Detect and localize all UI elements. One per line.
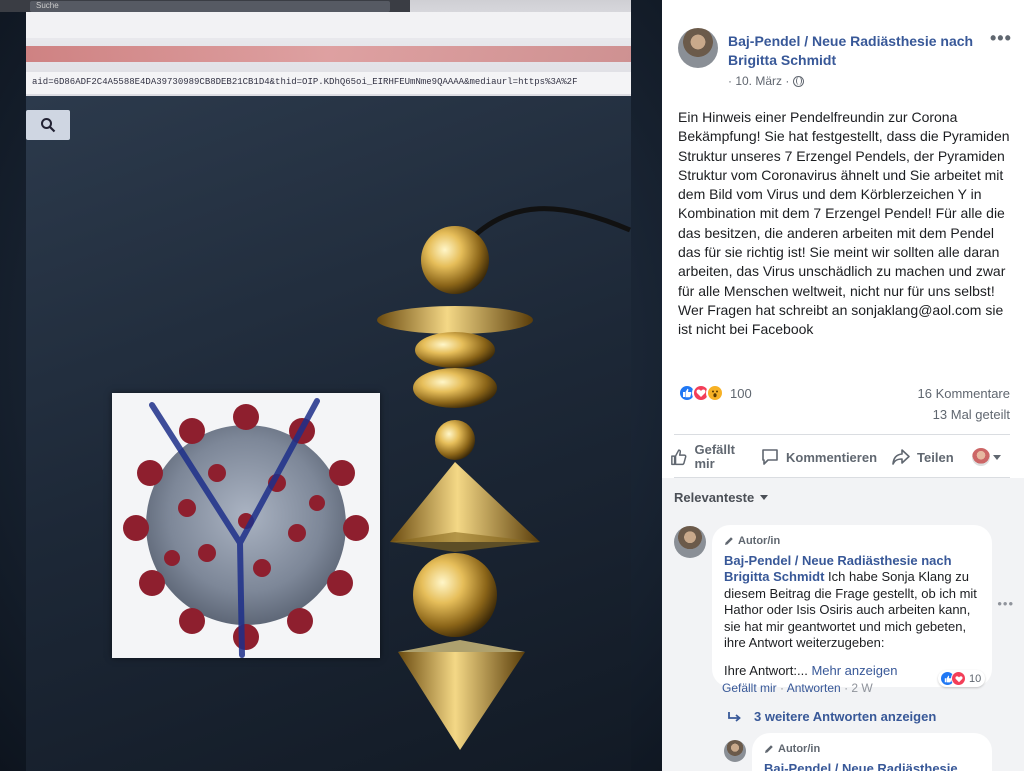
thumbs-up-icon (671, 449, 687, 466)
shares-count-link[interactable]: 13 Mal geteilt (933, 407, 1010, 422)
commenter-name-link[interactable]: Baj-Pendel / Neue Radiästhesie (764, 761, 958, 771)
comment-reactions[interactable]: 10 (938, 670, 986, 687)
commenter-avatar[interactable] (724, 740, 746, 762)
virus-illustration (123, 398, 369, 658)
share-button-label: Teilen (917, 449, 954, 465)
author-badge-label: Autor/in (738, 535, 781, 547)
love-reaction-icon (951, 671, 966, 686)
wow-reaction-icon (706, 384, 724, 402)
comment-bubble: Autor/in Baj-Pendel / Neue Radiästhesie (752, 733, 992, 771)
comment-options-button[interactable]: ••• (997, 596, 1014, 611)
like-button[interactable]: Gefällt mir (670, 443, 754, 471)
comment-like-link[interactable]: Gefällt mir (722, 681, 777, 695)
photo-screen-strip (26, 12, 631, 38)
comment-bubble: Autor/in Baj-Pendel / Neue Radiästhesie … (712, 525, 992, 687)
share-icon (892, 449, 910, 465)
page-name-link[interactable]: Baj-Pendel / Neue Radiästhesie nach Brig… (728, 32, 990, 70)
photo-url-bar: aid=6D86ADF2C4A5588E4DA39730989CB8DEB21C… (26, 72, 631, 94)
post-photo[interactable]: Suche aid=6D86ADF2C4A5588E4DA39730989CB8… (0, 0, 662, 771)
author-badge: Autor/in (764, 741, 980, 758)
photo-browser-topbar: Suche (0, 0, 410, 12)
reaction-summary[interactable]: 100 (678, 384, 752, 402)
comment-reply-link[interactable]: Antworten (787, 681, 841, 695)
pencil-icon (725, 537, 733, 546)
post-text: Ein Hinweis einer Pendelfreundin zur Cor… (678, 109, 1010, 338)
post-side-panel: Baj-Pendel / Neue Radiästhesie nach Brig… (662, 0, 1024, 771)
chevron-down-icon (760, 495, 769, 500)
post-meta: · 10. März · (728, 74, 805, 88)
view-replies-label: 3 weitere Antworten anzeigen (754, 709, 937, 724)
see-more-link[interactable]: Mehr anzeigen (811, 663, 897, 678)
author-badge: Autor/in (724, 533, 980, 550)
post-date[interactable]: · 10. März · (728, 74, 789, 88)
post-options-button[interactable]: ••• (990, 28, 1012, 49)
like-button-label: Gefällt mir (694, 442, 735, 471)
post-action-bar: Gefällt mir Kommentieren Teilen (670, 440, 1014, 474)
globe-icon (793, 75, 805, 87)
share-button[interactable]: Teilen (891, 447, 954, 467)
reaction-as-selector[interactable] (971, 448, 1001, 466)
reactions-count: 100 (730, 385, 752, 401)
comments-section: Relevanteste Autor/in Baj-Pendel / Neue … (662, 478, 1024, 771)
view-replies-link[interactable]: 3 weitere Antworten anzeigen (728, 709, 936, 724)
chevron-down-icon (992, 454, 1001, 460)
gold-pendulum (360, 190, 660, 770)
commenter-avatar[interactable] (674, 526, 706, 558)
magnifier-icon (26, 110, 70, 140)
comment-button[interactable]: Kommentieren (760, 447, 877, 467)
user-avatar (971, 448, 990, 466)
comment-age[interactable]: 2 W (851, 681, 872, 695)
divider (674, 434, 1010, 435)
comment-icon (762, 449, 778, 465)
reply-arrow-icon (728, 711, 741, 722)
comment-button-label: Kommentieren (786, 449, 878, 465)
comment-reactions-count: 10 (969, 672, 982, 685)
virus-image-card (112, 393, 380, 658)
comments-count-link[interactable]: 16 Kommentare (918, 386, 1011, 401)
photo-browser-search: Suche (30, 1, 390, 12)
comment-sort-label: Relevanteste (674, 490, 755, 505)
page-avatar[interactable] (678, 28, 718, 68)
comment-text-2: Ihre Antwort:... (724, 662, 808, 678)
pencil-icon (765, 745, 773, 754)
author-badge-label: Autor/in (778, 743, 821, 755)
photo-screen-band (26, 46, 631, 62)
comment-sort-dropdown[interactable]: Relevanteste (674, 490, 769, 505)
comment-actions: Gefällt mir · Antworten · 2 W (722, 681, 873, 695)
